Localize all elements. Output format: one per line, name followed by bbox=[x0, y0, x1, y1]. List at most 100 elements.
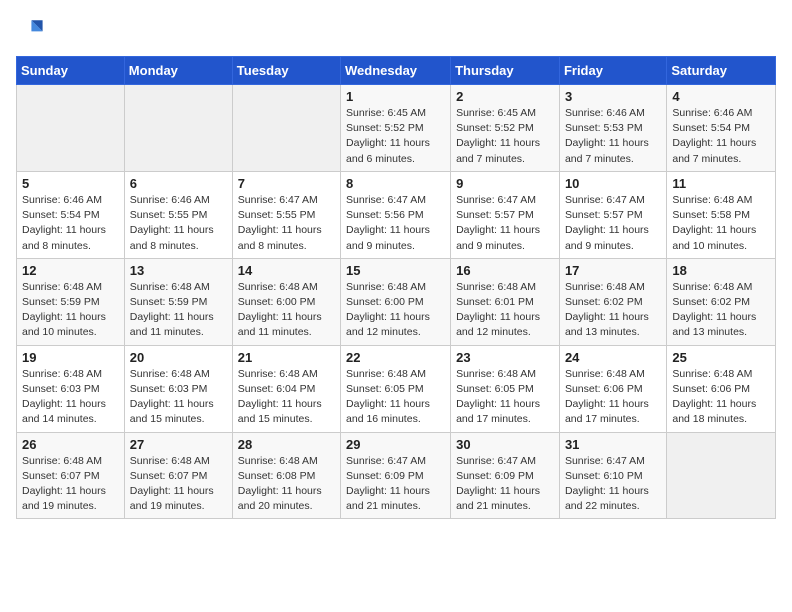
day-number: 28 bbox=[238, 437, 335, 452]
day-number: 15 bbox=[346, 263, 445, 278]
calendar-cell: 17 Sunrise: 6:48 AM Sunset: 6:02 PM Dayli… bbox=[559, 258, 666, 345]
day-number: 31 bbox=[565, 437, 661, 452]
day-of-week-header: Thursday bbox=[451, 57, 560, 85]
day-of-week-header: Tuesday bbox=[232, 57, 340, 85]
logo bbox=[16, 16, 48, 44]
cell-info: Sunrise: 6:47 AM Sunset: 5:56 PM Dayligh… bbox=[346, 193, 445, 254]
calendar-cell: 16 Sunrise: 6:48 AM Sunset: 6:01 PM Dayli… bbox=[451, 258, 560, 345]
calendar-cell: 27 Sunrise: 6:48 AM Sunset: 6:07 PM Dayli… bbox=[124, 432, 232, 519]
day-number: 3 bbox=[565, 89, 661, 104]
calendar-cell: 13 Sunrise: 6:48 AM Sunset: 5:59 PM Dayli… bbox=[124, 258, 232, 345]
calendar-cell: 21Sunrise: 6:48 AM Sunset: 6:04 PM Dayli… bbox=[232, 345, 340, 432]
day-of-week-header: Monday bbox=[124, 57, 232, 85]
day-number: 30 bbox=[456, 437, 554, 452]
cell-info: Sunrise: 6:45 AM Sunset: 5:52 PM Dayligh… bbox=[456, 106, 554, 167]
day-number: 7 bbox=[238, 176, 335, 191]
cell-info: Sunrise: 6:48 AM Sunset: 6:05 PM Dayligh… bbox=[456, 367, 554, 428]
cell-info: Sunrise: 6:48 AM Sunset: 6:00 PM Dayligh… bbox=[238, 280, 335, 341]
calendar-cell: 7 Sunrise: 6:47 AM Sunset: 5:55 PM Daylig… bbox=[232, 171, 340, 258]
calendar-cell: 23 Sunrise: 6:48 AM Sunset: 6:05 PM Dayli… bbox=[451, 345, 560, 432]
calendar-table: SundayMondayTuesdayWednesdayThursdayFrid… bbox=[16, 56, 776, 519]
calendar-cell: 30 Sunrise: 6:47 AM Sunset: 6:09 PM Dayli… bbox=[451, 432, 560, 519]
logo-icon bbox=[16, 16, 44, 44]
day-number: 17 bbox=[565, 263, 661, 278]
calendar-week-row: 1 Sunrise: 6:45 AM Sunset: 5:52 PM Daylig… bbox=[17, 85, 776, 172]
day-number: 26 bbox=[22, 437, 119, 452]
cell-info: Sunrise: 6:48 AM Sunset: 6:00 PM Dayligh… bbox=[346, 280, 445, 341]
cell-info: Sunrise: 6:48 AM Sunset: 6:06 PM Dayligh… bbox=[565, 367, 661, 428]
cell-info: Sunrise: 6:48 AM Sunset: 6:07 PM Dayligh… bbox=[130, 454, 227, 515]
calendar-cell bbox=[17, 85, 125, 172]
cell-info: Sunrise: 6:46 AM Sunset: 5:54 PM Dayligh… bbox=[672, 106, 770, 167]
cell-info: Sunrise: 6:48 AM Sunset: 6:03 PM Dayligh… bbox=[22, 367, 119, 428]
calendar-week-row: 12 Sunrise: 6:48 AM Sunset: 5:59 PM Dayli… bbox=[17, 258, 776, 345]
day-number: 8 bbox=[346, 176, 445, 191]
day-number: 27 bbox=[130, 437, 227, 452]
cell-info: Sunrise: 6:48 AM Sunset: 6:07 PM Dayligh… bbox=[22, 454, 119, 515]
day-number: 18 bbox=[672, 263, 770, 278]
day-number: 14 bbox=[238, 263, 335, 278]
calendar-cell: 3 Sunrise: 6:46 AM Sunset: 5:53 PM Daylig… bbox=[559, 85, 666, 172]
calendar-week-row: 26 Sunrise: 6:48 AM Sunset: 6:07 PM Dayli… bbox=[17, 432, 776, 519]
cell-info: Sunrise: 6:48 AM Sunset: 6:05 PM Dayligh… bbox=[346, 367, 445, 428]
calendar-cell: 10 Sunrise: 6:47 AM Sunset: 5:57 PM Dayli… bbox=[559, 171, 666, 258]
cell-info: Sunrise: 6:48 AM Sunset: 5:59 PM Dayligh… bbox=[130, 280, 227, 341]
day-number: 16 bbox=[456, 263, 554, 278]
cell-info: Sunrise: 6:48 AM Sunset: 5:58 PM Dayligh… bbox=[672, 193, 770, 254]
calendar-cell bbox=[232, 85, 340, 172]
calendar-cell: 31Sunrise: 6:47 AM Sunset: 6:10 PM Dayli… bbox=[559, 432, 666, 519]
cell-info: Sunrise: 6:47 AM Sunset: 5:55 PM Dayligh… bbox=[238, 193, 335, 254]
cell-info: Sunrise: 6:46 AM Sunset: 5:55 PM Dayligh… bbox=[130, 193, 227, 254]
day-of-week-header: Friday bbox=[559, 57, 666, 85]
calendar-cell: 8 Sunrise: 6:47 AM Sunset: 5:56 PM Daylig… bbox=[341, 171, 451, 258]
cell-info: Sunrise: 6:48 AM Sunset: 6:03 PM Dayligh… bbox=[130, 367, 227, 428]
day-number: 24 bbox=[565, 350, 661, 365]
day-of-week-header: Wednesday bbox=[341, 57, 451, 85]
calendar-cell: 15 Sunrise: 6:48 AM Sunset: 6:00 PM Dayli… bbox=[341, 258, 451, 345]
calendar-cell: 29 Sunrise: 6:47 AM Sunset: 6:09 PM Dayli… bbox=[341, 432, 451, 519]
calendar-cell: 4 Sunrise: 6:46 AM Sunset: 5:54 PM Daylig… bbox=[667, 85, 776, 172]
calendar-cell: 26 Sunrise: 6:48 AM Sunset: 6:07 PM Dayli… bbox=[17, 432, 125, 519]
day-number: 22 bbox=[346, 350, 445, 365]
calendar-cell: 5 Sunrise: 6:46 AM Sunset: 5:54 PM Daylig… bbox=[17, 171, 125, 258]
calendar-week-row: 5 Sunrise: 6:46 AM Sunset: 5:54 PM Daylig… bbox=[17, 171, 776, 258]
day-of-week-header: Saturday bbox=[667, 57, 776, 85]
cell-info: Sunrise: 6:46 AM Sunset: 5:54 PM Dayligh… bbox=[22, 193, 119, 254]
calendar-cell: 18Sunrise: 6:48 AM Sunset: 6:02 PM Dayli… bbox=[667, 258, 776, 345]
calendar-cell: 1Sunrise: 6:45 AM Sunset: 5:52 PM Daylig… bbox=[341, 85, 451, 172]
cell-info: Sunrise: 6:46 AM Sunset: 5:53 PM Dayligh… bbox=[565, 106, 661, 167]
cell-info: Sunrise: 6:48 AM Sunset: 6:02 PM Dayligh… bbox=[565, 280, 661, 341]
calendar-cell: 14 Sunrise: 6:48 AM Sunset: 6:00 PM Dayli… bbox=[232, 258, 340, 345]
day-number: 23 bbox=[456, 350, 554, 365]
calendar-cell: 12Sunrise: 6:48 AM Sunset: 5:59 PM Dayli… bbox=[17, 258, 125, 345]
calendar-cell: 28 Sunrise: 6:48 AM Sunset: 6:08 PM Dayli… bbox=[232, 432, 340, 519]
calendar-cell: 2 Sunrise: 6:45 AM Sunset: 5:52 PM Daylig… bbox=[451, 85, 560, 172]
cell-info: Sunrise: 6:47 AM Sunset: 6:09 PM Dayligh… bbox=[456, 454, 554, 515]
calendar-cell: 24 Sunrise: 6:48 AM Sunset: 6:06 PM Dayli… bbox=[559, 345, 666, 432]
day-number: 11 bbox=[672, 176, 770, 191]
cell-info: Sunrise: 6:48 AM Sunset: 6:06 PM Dayligh… bbox=[672, 367, 770, 428]
day-number: 29 bbox=[346, 437, 445, 452]
day-number: 9 bbox=[456, 176, 554, 191]
cell-info: Sunrise: 6:48 AM Sunset: 6:04 PM Dayligh… bbox=[238, 367, 335, 428]
cell-info: Sunrise: 6:48 AM Sunset: 6:01 PM Dayligh… bbox=[456, 280, 554, 341]
page-header bbox=[16, 16, 776, 44]
day-of-week-header: Sunday bbox=[17, 57, 125, 85]
cell-info: Sunrise: 6:47 AM Sunset: 5:57 PM Dayligh… bbox=[565, 193, 661, 254]
cell-info: Sunrise: 6:48 AM Sunset: 6:08 PM Dayligh… bbox=[238, 454, 335, 515]
day-number: 1 bbox=[346, 89, 445, 104]
calendar-header-row: SundayMondayTuesdayWednesdayThursdayFrid… bbox=[17, 57, 776, 85]
day-number: 10 bbox=[565, 176, 661, 191]
cell-info: Sunrise: 6:47 AM Sunset: 6:09 PM Dayligh… bbox=[346, 454, 445, 515]
day-number: 13 bbox=[130, 263, 227, 278]
cell-info: Sunrise: 6:47 AM Sunset: 5:57 PM Dayligh… bbox=[456, 193, 554, 254]
day-number: 2 bbox=[456, 89, 554, 104]
day-number: 4 bbox=[672, 89, 770, 104]
calendar-cell: 20Sunrise: 6:48 AM Sunset: 6:03 PM Dayli… bbox=[124, 345, 232, 432]
day-number: 12 bbox=[22, 263, 119, 278]
calendar-cell: 22 Sunrise: 6:48 AM Sunset: 6:05 PM Dayli… bbox=[341, 345, 451, 432]
calendar-cell: 6Sunrise: 6:46 AM Sunset: 5:55 PM Daylig… bbox=[124, 171, 232, 258]
day-number: 19 bbox=[22, 350, 119, 365]
day-number: 25 bbox=[672, 350, 770, 365]
day-number: 5 bbox=[22, 176, 119, 191]
